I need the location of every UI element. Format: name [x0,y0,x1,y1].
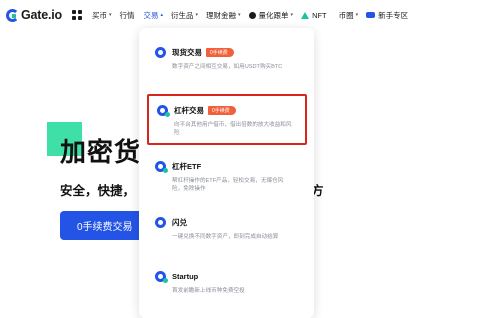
nft-icon [301,11,310,19]
nav-item-buy-crypto[interactable]: 买币 ▾ [92,0,112,30]
apps-grid-icon[interactable] [71,10,82,20]
nav-item-derivatives[interactable]: 衍生品 ▾ [171,0,198,30]
nav-label: 新手专区 [378,10,409,20]
menu-item-title: 闪兑 [172,217,187,227]
nav-item-finance[interactable]: 理财金融 ▾ [206,0,241,30]
menu-item-description: 帮杠杆操作的ETF产品，轻松交易，无爆仓风险，免除操作 [172,178,284,192]
nav-label: NFT [312,10,327,20]
zero-fee-badge: 0手续费 [208,105,236,115]
new-badge-icon [366,12,376,18]
nav-label: 量化跟单 [258,10,289,20]
menu-item-swap[interactable]: 闪兑 一键兑换不同数字资产，即刻完成自动结算 [147,208,307,247]
nav-label: 衍生品 [171,10,194,20]
menu-item-description: 一键兑换不同数字资产，即刻完成自动结算 [172,234,279,240]
nav-item-trade[interactable]: 交易 ▴ [144,0,164,30]
chevron-down-icon: ▾ [355,12,359,18]
chevron-down-icon: ▾ [290,12,294,18]
zero-fee-badge: 0手续费 [206,47,234,57]
margin-trading-icon [157,104,170,117]
menu-item-title: 杠杆交易 [174,105,204,115]
gate-logo-icon [6,8,19,22]
menu-item-title: Startup [172,271,199,281]
quant-icon [248,11,256,19]
nav-label: 买币 [91,10,107,20]
menu-item-startup[interactable]: Startup 首发前瞻新上线币种免费空投 [147,262,307,301]
nav-item-markets[interactable]: 行情 [120,0,135,30]
chevron-down-icon: ▾ [108,12,112,18]
chevron-down-icon: ▾ [195,12,199,18]
hero-subtitle: 安全，快捷， [60,184,136,198]
menu-item-title: 现货交易 [172,47,202,57]
top-navbar: Gate.io 买币 ▾ 行情 交易 ▴ 衍生品 ▾ 理财金融 ▾ 量化跟单 ▾… [0,0,481,30]
trade-dropdown-menu: 现货交易 0手续费 数字资产之间相互交易，如用USDT购买BTC 杠杆交易 0手… [139,28,314,318]
menu-item-description: 首发前瞻新上线币种免费空投 [172,288,245,294]
menu-item-description: 向平台其他用户借币，借出倍数的放大收益和风险 [174,122,292,136]
menu-item-title: 杠杆ETF [172,161,202,171]
leveraged-etf-icon [155,160,168,173]
nav-item-beginner-zone[interactable]: 新手专区 [366,0,408,30]
nav-item-crypto-circle[interactable]: 币圈 ▾ [339,0,359,30]
nav-item-quant-copy[interactable]: 量化跟单 ▾ [248,0,294,30]
nav-item-nft[interactable]: NFT [301,0,327,30]
nav-label: 理财金融 [206,10,237,20]
chevron-down-icon: ▾ [238,12,241,18]
hero-title: 加密货 [60,137,142,167]
spot-trading-icon [155,46,166,58]
nav-label: 交易 [143,10,159,20]
nav-label: 行情 [119,10,135,20]
logo-text: Gate.io [21,8,62,22]
menu-item-spot-trading[interactable]: 现货交易 0手续费 数字资产之间相互交易，如用USDT购买BTC [147,38,307,77]
zero-fee-trade-button[interactable]: 0手续费交易 [60,211,150,240]
menu-item-description: 数字资产之间相互交易，如用USDT购买BTC [172,64,283,70]
nav-label: 币圈 [338,10,354,20]
menu-item-leveraged-etf[interactable]: 杠杆ETF 帮杠杆操作的ETF产品，轻松交易，无爆仓风险，免除操作 [147,152,307,199]
swap-icon [155,216,166,228]
gateio-logo[interactable]: Gate.io [6,0,62,30]
chevron-up-icon: ▴ [160,12,164,18]
startup-icon [155,270,168,283]
menu-item-margin-trading[interactable]: 杠杆交易 0手续费 向平台其他用户借币，借出倍数的放大收益和风险 [147,94,307,145]
